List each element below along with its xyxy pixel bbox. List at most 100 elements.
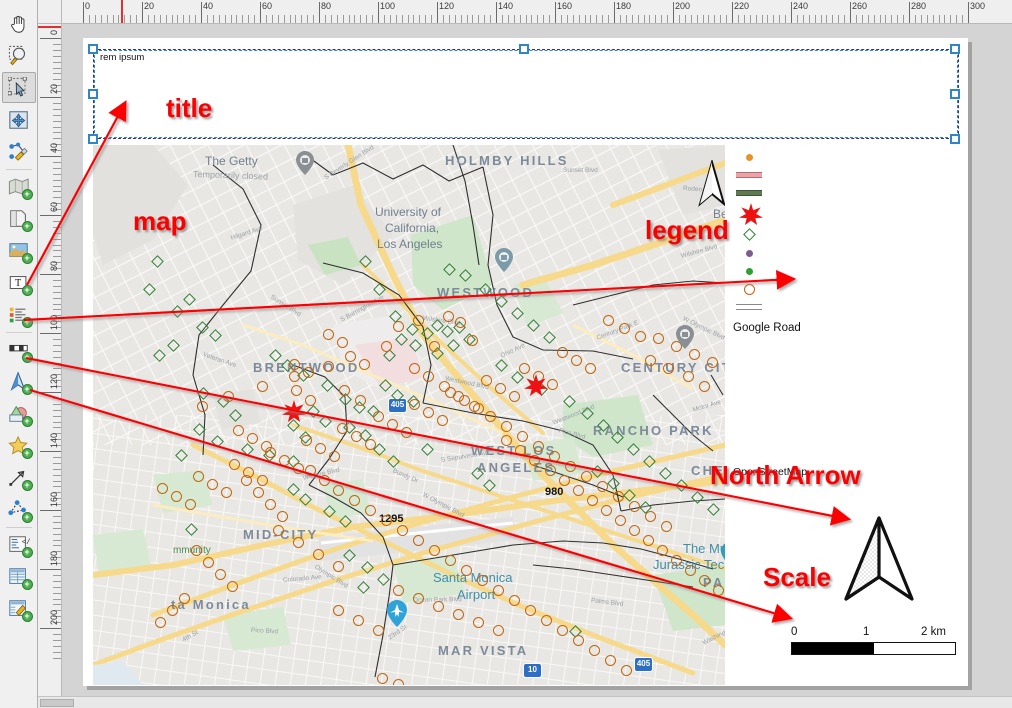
zoom-tool[interactable]: [2, 40, 36, 71]
resize-handle-top-left[interactable]: [88, 44, 98, 54]
add-table-tool[interactable]: +: [2, 561, 36, 592]
resize-handle-bottom-right[interactable]: [950, 134, 960, 144]
grocery-store-symbol: [329, 451, 340, 462]
move-content-icon: [8, 110, 28, 129]
ruler-minor-tick: [153, 15, 155, 23]
ruler-minor-tick: [867, 15, 869, 23]
edit-nodes-tool[interactable]: [2, 136, 36, 167]
grocery-store-symbol: [445, 387, 456, 398]
scrollbar-thumb[interactable]: [40, 699, 74, 707]
ruler-minor-tick: [313, 15, 315, 23]
grocery-store-symbol: [289, 359, 300, 370]
legend-entry[interactable]: [733, 298, 958, 316]
ruler-minor-tick: [53, 527, 61, 529]
ruler-label: 300: [970, 1, 986, 11]
add-north-arrow-tool[interactable]: +: [2, 366, 36, 397]
ruler-minor-tick: [53, 279, 61, 281]
grocery-store-symbol: [273, 525, 284, 536]
resize-handle-bottom-left[interactable]: [88, 134, 98, 144]
ruler-minor-tick: [767, 15, 769, 23]
grocery-store-symbol: [645, 355, 656, 366]
legend-entry[interactable]: [733, 184, 958, 202]
horizontal-scrollbar[interactable]: [38, 696, 1012, 708]
grocery-store-symbol: [713, 585, 724, 596]
legend-item[interactable]: Google Road: [733, 148, 958, 334]
move-item-content-tool[interactable]: [2, 104, 36, 135]
add-legend-tool[interactable]: +: [2, 299, 36, 330]
layout-page[interactable]: rem ipsum The Getty Temporarily closed H…: [83, 38, 968, 686]
ruler-minor-tick: [395, 15, 397, 23]
grocery-store-symbol: [373, 625, 384, 636]
legend-entry[interactable]: [733, 202, 958, 226]
ruler-minor-tick: [212, 15, 214, 23]
grocery-store-symbol: [601, 505, 612, 516]
scalebar-item[interactable]: 0 1 2 km: [791, 626, 956, 655]
resize-handle-top-right[interactable]: [950, 44, 960, 54]
ruler-minor-tick: [53, 67, 61, 69]
ruler-minor-tick: [891, 15, 893, 23]
legend-entry[interactable]: [733, 262, 958, 280]
add-star-tool[interactable]: +: [2, 430, 36, 461]
ruler-minor-tick: [53, 592, 61, 594]
grocery-store-symbol: [247, 433, 258, 444]
ruler-minor-tick: [53, 468, 61, 470]
ruler-label: 100: [49, 314, 59, 330]
ruler-minor-tick: [342, 15, 344, 23]
ruler-label: 100: [380, 1, 396, 11]
legend-entry[interactable]: [733, 226, 958, 244]
grocery-store-symbol: [291, 385, 302, 396]
ruler-minor-tick: [667, 15, 669, 23]
ruler-minor-tick: [531, 15, 533, 23]
ruler-minor-tick: [419, 15, 421, 23]
scalebar-label-2: 2 km: [921, 626, 946, 638]
ruler-minor-tick: [519, 15, 521, 23]
grocery-store-symbol: [179, 593, 190, 604]
select-move-item-tool[interactable]: [1, 72, 36, 103]
add-map-tool[interactable]: +: [2, 171, 36, 202]
grocery-store-symbol: [207, 479, 218, 490]
legend-entry[interactable]: [733, 166, 958, 184]
add-picture-tool[interactable]: +: [2, 235, 36, 266]
north-arrow-item[interactable]: [840, 515, 918, 603]
resize-handle-middle-left[interactable]: [88, 89, 98, 99]
title-item-frame[interactable]: rem ipsum: [93, 49, 959, 139]
ruler-minor-tick: [53, 344, 61, 346]
ruler-minor-tick: [53, 651, 61, 653]
add-label-tool[interactable]: T +: [2, 267, 36, 298]
ruler-major-tick: [83, 2, 84, 23]
grocery-store-symbol: [191, 545, 202, 556]
ruler-minor-tick: [690, 15, 692, 23]
legend-entry[interactable]: [733, 280, 958, 298]
ruler-minor-tick: [53, 462, 61, 464]
add-shape-tool[interactable]: +: [2, 203, 36, 234]
add-marker-tool[interactable]: +: [2, 398, 36, 429]
ruler-minor-tick: [53, 521, 61, 523]
grocery-store-symbol: [197, 401, 208, 412]
layout-canvas[interactable]: rem ipsum The Getty Temporarily closed H…: [62, 24, 1012, 708]
legend-entry[interactable]: [733, 244, 958, 262]
add-arrow-tool[interactable]: +: [2, 462, 36, 493]
add-node-item-tool[interactable]: +: [2, 494, 36, 525]
edit-table-tool[interactable]: +: [2, 593, 36, 624]
add-html-tool[interactable]: </> +: [2, 529, 36, 560]
ruler-minor-tick: [53, 350, 61, 352]
legend-symbol-diamond: [743, 228, 756, 241]
vertical-ruler[interactable]: 0 20 40 60 80 100 120 140 160 180 200: [38, 24, 62, 708]
legend-entry[interactable]: [733, 148, 958, 166]
ruler-minor-tick: [53, 456, 61, 458]
add-scalebar-tool[interactable]: +: [2, 334, 36, 365]
map-item-frame[interactable]: The GettyTemporarily closedHOLMBY HILLSH…: [93, 145, 725, 685]
grocery-store-symbol: [333, 605, 344, 616]
grocery-store-symbol: [243, 467, 254, 478]
resize-handle-top-center[interactable]: [519, 44, 529, 54]
ruler-minor-tick: [425, 15, 427, 23]
grocery-store-symbol: [345, 351, 356, 362]
horizontal-ruler[interactable]: 0 20 40 60 80 100 120 140 160 180 200 220 240 260 280 3…: [62, 0, 1012, 24]
resize-handle-middle-right[interactable]: [950, 89, 960, 99]
ruler-minor-tick: [678, 15, 680, 23]
pan-layout-tool[interactable]: [2, 8, 36, 39]
ruler-minor-tick: [684, 15, 686, 23]
ruler-minor-tick: [254, 15, 256, 23]
legend-symbol-star: [739, 203, 763, 225]
ruler-minor-tick: [177, 15, 179, 23]
